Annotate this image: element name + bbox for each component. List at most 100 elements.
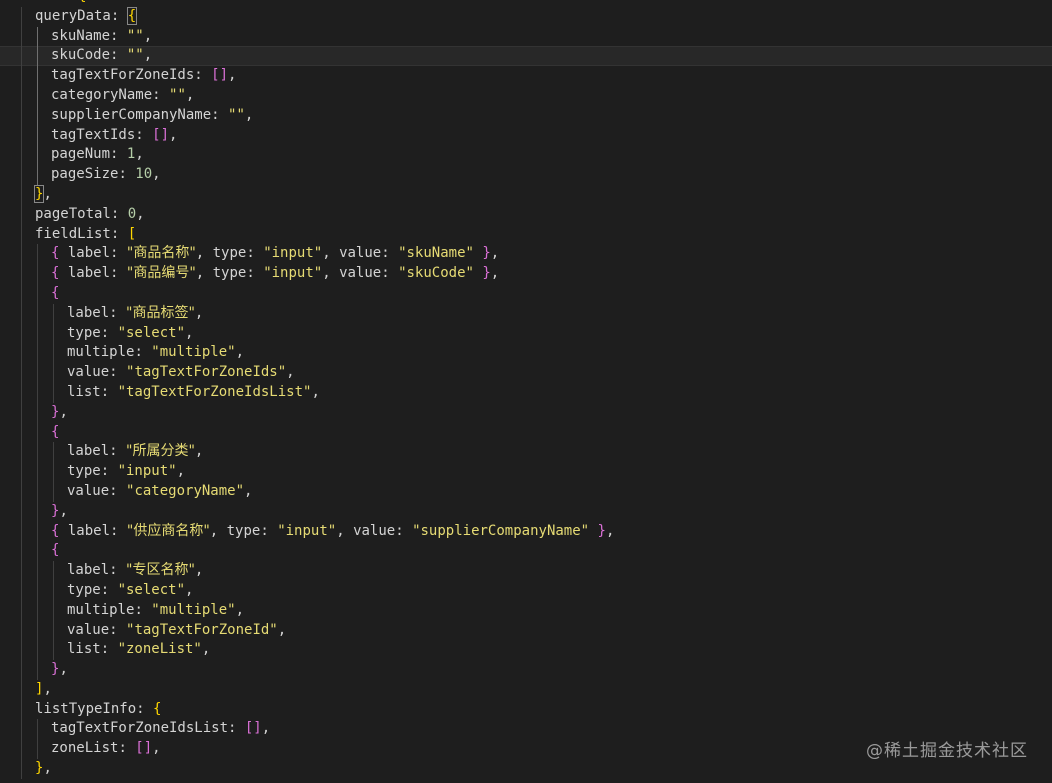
code-line[interactable]: pageNum: 1,	[0, 145, 1052, 166]
code-token: multiple	[67, 601, 135, 618]
code-token: :	[110, 47, 127, 64]
code-line[interactable]: list: "zoneList",	[0, 640, 1052, 661]
code-line[interactable]: tagTextForZoneIds: [],	[0, 66, 1052, 86]
code-line[interactable]: skuName: "",	[0, 26, 1052, 47]
code-line[interactable]: {	[0, 283, 1052, 304]
code-line[interactable]: { label: "商品名称", type: "input", value: "…	[0, 244, 1052, 265]
indent-guide	[37, 422, 38, 443]
indent-guide	[37, 580, 38, 601]
code-line[interactable]: categoryName: "",	[0, 85, 1052, 106]
code-token: ,	[135, 146, 144, 163]
code-line[interactable]: },	[0, 660, 1052, 680]
code-token: tagTextForZoneIdsList	[51, 720, 229, 737]
code-token: "input"	[263, 265, 323, 282]
code-token: "所属分类"	[126, 443, 195, 460]
code-token: "select"	[117, 324, 186, 341]
code-line[interactable]: skuCode: "",	[0, 46, 1052, 67]
code-line[interactable]: tagTextIds: [],	[0, 125, 1052, 146]
code-line[interactable]: multiple: "multiple",	[0, 600, 1052, 621]
code-line[interactable]: { label: "供应商名称", type: "input", value: …	[0, 521, 1052, 542]
code-token: ,	[59, 661, 68, 678]
code-lines[interactable]: return {queryData: {skuName: "",skuCode:…	[0, 0, 1052, 779]
code-line[interactable]: {	[0, 541, 1052, 562]
code-line[interactable]: return {	[0, 0, 1052, 7]
code-token: tagTextForZoneIds	[51, 67, 195, 84]
code-token: , type:	[209, 522, 278, 539]
indent-guide	[37, 283, 38, 304]
code-line[interactable]: supplierCompanyName: "",	[0, 105, 1052, 126]
code-token: ,	[43, 680, 52, 697]
code-line[interactable]: },	[0, 501, 1052, 522]
code-line[interactable]: label: "专区名称",	[0, 561, 1052, 581]
code-line[interactable]: value: "tagTextForZoneId",	[0, 620, 1052, 641]
code-token: []	[244, 720, 262, 737]
code-token: ,	[194, 562, 204, 579]
code-token: skuName	[51, 27, 111, 44]
indent-guide	[53, 303, 54, 324]
indent-guide	[37, 739, 38, 760]
code-line[interactable]: type: "input",	[0, 462, 1052, 482]
code-token: :	[110, 146, 127, 163]
code-token: pageNum	[51, 146, 111, 163]
code-line[interactable]: },	[0, 759, 1052, 779]
code-line[interactable]: pageTotal: 0,	[0, 204, 1052, 225]
code-token: ,	[244, 106, 254, 123]
code-line[interactable]: { label: "商品编号", type: "input", value: "…	[0, 264, 1052, 284]
indent-guide	[21, 541, 22, 562]
code-token: []	[135, 740, 153, 757]
code-line[interactable]: },	[0, 402, 1052, 423]
code-token: []	[211, 67, 229, 84]
code-line[interactable]: },	[0, 184, 1052, 205]
code-line[interactable]: queryData: {	[0, 6, 1052, 27]
indent-guide	[53, 442, 54, 463]
code-token: ,	[59, 502, 68, 519]
indent-guide	[37, 46, 38, 67]
code-line[interactable]: type: "select",	[0, 580, 1052, 601]
code-token: :	[110, 205, 128, 222]
indent-guide	[21, 382, 22, 403]
code-editor[interactable]: return {queryData: {skuName: "",skuCode:…	[0, 0, 1052, 783]
code-line[interactable]: multiple: "multiple",	[0, 343, 1052, 364]
indent-guide	[37, 125, 38, 146]
code-line[interactable]: value: "categoryName",	[0, 481, 1052, 502]
code-token: ,	[169, 126, 178, 143]
code-token: ,	[311, 383, 320, 400]
code-token: , value:	[322, 245, 399, 262]
code-token: []	[152, 126, 170, 143]
indent-guide	[21, 679, 22, 700]
indent-guide	[53, 323, 54, 344]
indent-guide	[37, 303, 38, 324]
code-token: [	[127, 225, 137, 242]
code-token: list	[67, 641, 101, 658]
indent-guide	[37, 165, 38, 185]
indent-guide	[21, 244, 22, 265]
code-token: "商品标签"	[126, 304, 195, 321]
code-token: ,	[43, 185, 52, 202]
code-line[interactable]: pageSize: 10,	[0, 165, 1052, 185]
indent-guide	[21, 165, 22, 185]
code-token: ,	[176, 463, 186, 480]
code-token: , type:	[195, 245, 264, 262]
code-line[interactable]: ],	[0, 679, 1052, 700]
code-token: :	[135, 126, 153, 143]
code-token: :	[109, 364, 127, 381]
code-line[interactable]: listTypeInfo: {	[0, 699, 1052, 720]
code-token: }	[589, 522, 606, 539]
code-line[interactable]: {	[0, 422, 1052, 443]
code-token: tagTextIds	[51, 126, 136, 143]
code-line[interactable]: label: "商品标签",	[0, 303, 1052, 324]
code-token: "input"	[277, 522, 337, 539]
code-token: type	[67, 463, 101, 480]
code-token: :	[110, 27, 127, 44]
code-line[interactable]: fieldList: [	[0, 224, 1052, 245]
code-line[interactable]: list: "tagTextForZoneIdsList",	[0, 382, 1052, 403]
code-line[interactable]: label: "所属分类",	[0, 442, 1052, 463]
indent-guide	[53, 620, 54, 641]
code-line[interactable]: type: "select",	[0, 323, 1052, 344]
indent-guide	[21, 759, 22, 779]
indent-guide	[53, 481, 54, 502]
code-token: :	[118, 166, 136, 183]
code-token: ""	[228, 106, 245, 123]
watermark: @稀土掘金技术社区	[866, 741, 1028, 761]
code-line[interactable]: value: "tagTextForZoneIds",	[0, 363, 1052, 383]
